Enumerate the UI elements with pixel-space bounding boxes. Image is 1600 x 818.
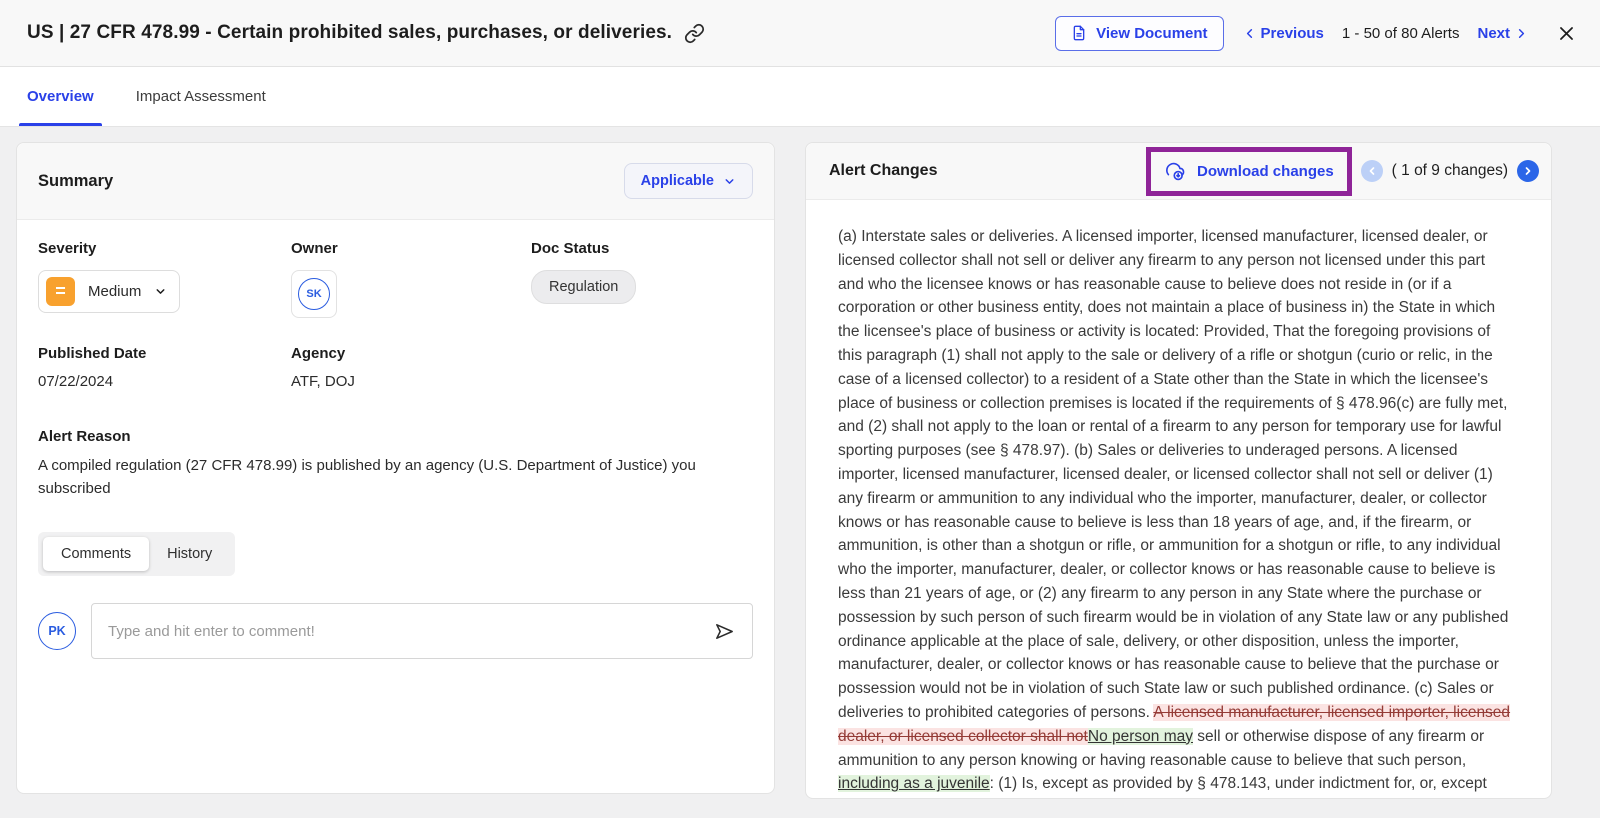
cloud-download-icon	[1164, 160, 1187, 183]
close-icon[interactable]	[1557, 24, 1576, 43]
comment-history-tabs: Comments History	[38, 532, 235, 576]
chevron-down-icon	[154, 285, 167, 298]
current-user-avatar: PK	[38, 612, 76, 650]
doc-status-label: Doc Status	[531, 240, 636, 257]
summary-title: Summary	[38, 172, 113, 191]
view-document-button[interactable]: View Document	[1055, 16, 1223, 51]
comment-input[interactable]	[108, 623, 703, 640]
comment-row: PK	[38, 603, 753, 659]
previous-alert-button[interactable]: Previous	[1242, 25, 1324, 42]
owner-label: Owner	[291, 240, 531, 257]
tab-overview[interactable]: Overview	[19, 67, 102, 126]
changes-counter: ( 1 of 9 changes)	[1392, 162, 1508, 180]
document-icon	[1071, 25, 1087, 41]
next-change-button[interactable]	[1517, 160, 1539, 182]
agency-value: ATF, DOJ	[291, 373, 531, 390]
alert-changes-card: Alert Changes Download changes	[805, 142, 1552, 799]
agency-label: Agency	[291, 345, 531, 362]
severity-dropdown[interactable]: = Medium	[38, 270, 180, 313]
download-changes-button[interactable]: Download changes	[1164, 160, 1334, 183]
annotation-highlight-box: Download changes	[1146, 147, 1352, 196]
summary-body: Severity = Medium Owner SK	[17, 220, 774, 659]
change-segment-inserted: including as a juvenile	[838, 775, 990, 792]
published-date-label: Published Date	[38, 345, 291, 362]
main-content: Summary Applicable Severity = Medium	[0, 127, 1600, 799]
chevron-down-icon	[723, 175, 736, 188]
avatar: SK	[298, 278, 330, 310]
chevron-left-icon	[1242, 26, 1257, 41]
change-segment-inserted: No person may	[1088, 728, 1193, 745]
tab-bar: Overview Impact Assessment	[0, 67, 1600, 127]
changes-pager: ( 1 of 9 changes)	[1361, 160, 1539, 182]
alert-changes-header: Alert Changes Download changes	[806, 143, 1551, 200]
alert-changes-title: Alert Changes	[829, 162, 937, 180]
page-title: US | 27 CFR 478.99 - Certain prohibited …	[27, 22, 672, 44]
summary-card-header: Summary Applicable	[17, 143, 774, 220]
doc-status-badge: Regulation	[531, 270, 636, 304]
summary-card: Summary Applicable Severity = Medium	[16, 142, 775, 794]
change-segment-text: : (1) Is, except as provided by § 478.14…	[990, 775, 1487, 792]
severity-label: Severity	[38, 240, 291, 257]
tab-comments[interactable]: Comments	[43, 537, 149, 571]
tab-impact-assessment[interactable]: Impact Assessment	[128, 67, 274, 126]
chevron-right-icon	[1514, 26, 1529, 41]
change-segment-text: (a) Interstate sales or deliveries. A li…	[838, 228, 1508, 721]
changes-text: (a) Interstate sales or deliveries. A li…	[806, 200, 1551, 796]
copy-link-icon[interactable]	[684, 23, 705, 44]
published-date-value: 07/22/2024	[38, 373, 291, 390]
owner-avatar[interactable]: SK	[291, 270, 337, 318]
applicability-dropdown[interactable]: Applicable	[624, 163, 753, 199]
next-alert-button[interactable]: Next	[1477, 25, 1529, 42]
comment-box	[91, 603, 753, 659]
previous-change-button[interactable]	[1361, 160, 1383, 182]
top-bar-actions: View Document Previous 1 - 50 of 80 Aler…	[1055, 16, 1576, 51]
alert-reason-label: Alert Reason	[38, 428, 753, 445]
top-bar: US | 27 CFR 478.99 - Certain prohibited …	[0, 0, 1600, 67]
alerts-counter: 1 - 50 of 80 Alerts	[1342, 25, 1460, 42]
send-icon[interactable]	[713, 620, 736, 643]
severity-medium-icon: =	[46, 277, 75, 306]
tab-history[interactable]: History	[149, 537, 230, 571]
alert-reason-text: A compiled regulation (27 CFR 478.99) is…	[38, 454, 753, 500]
